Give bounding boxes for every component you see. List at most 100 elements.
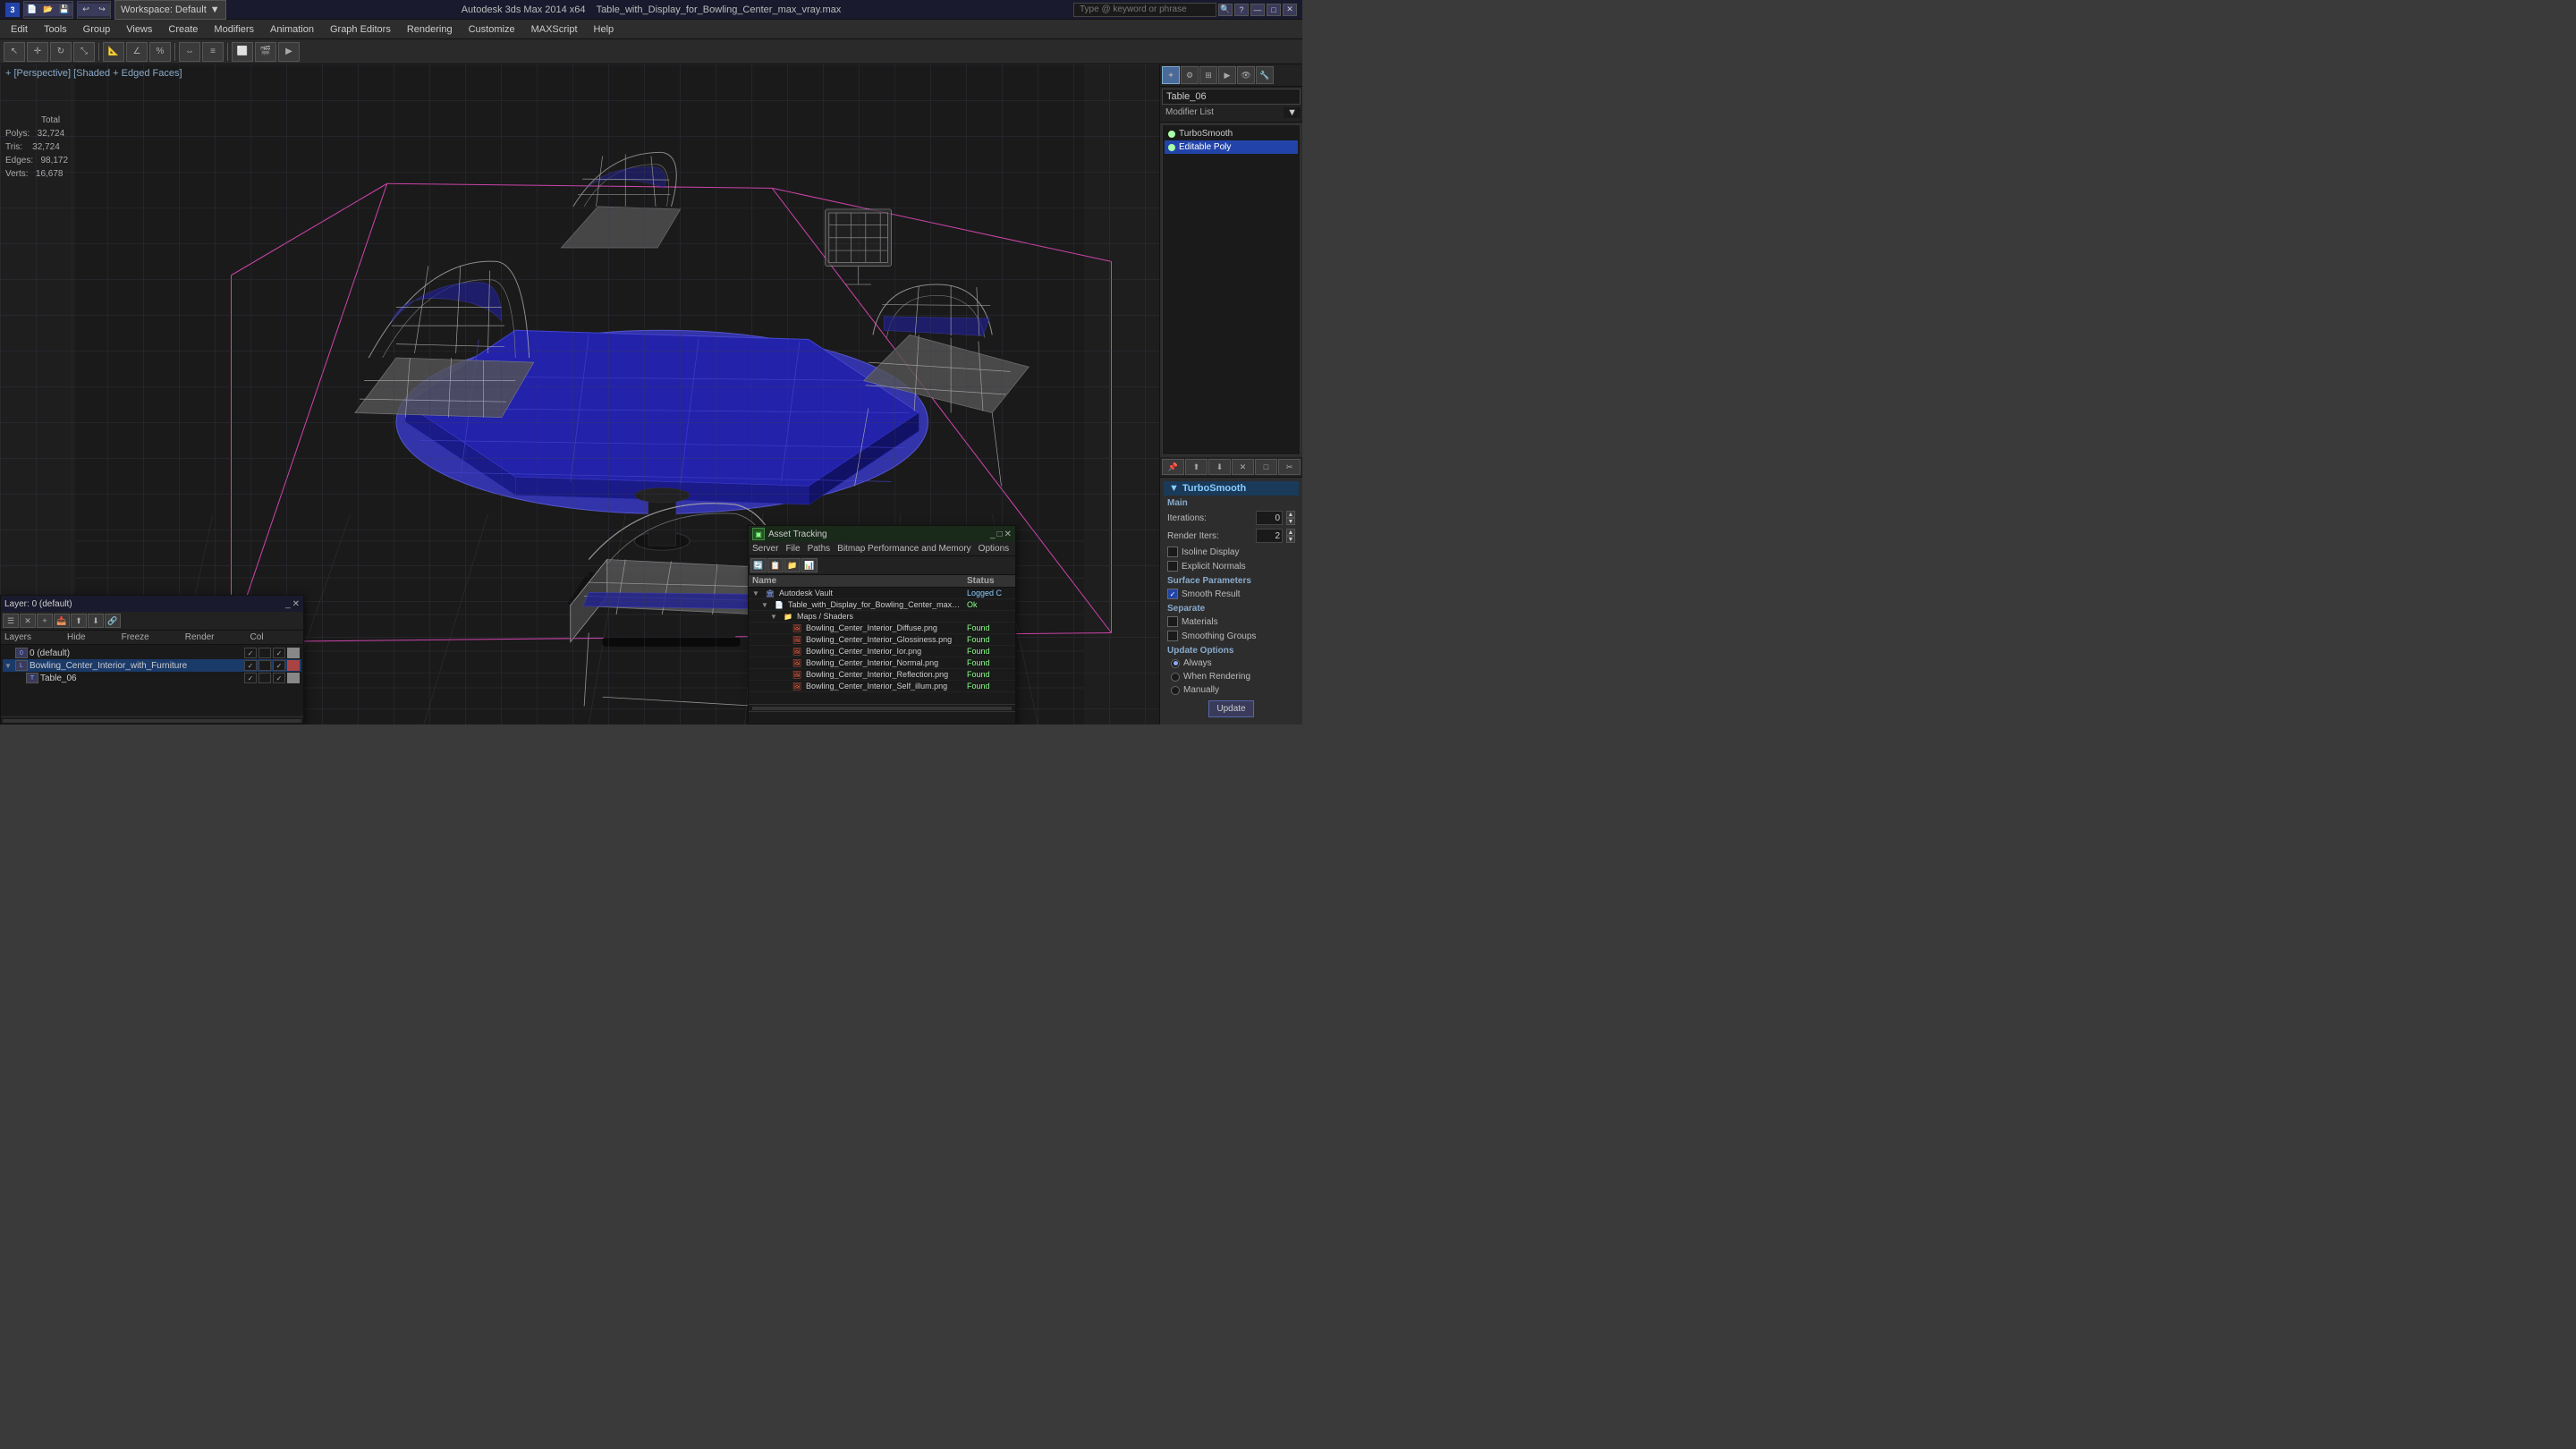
asset-menu-paths[interactable]: Paths bbox=[808, 543, 831, 555]
scale-tool[interactable]: ⤡ bbox=[73, 42, 95, 62]
asset-row-refl[interactable]: 🖼 Bowling_Center_Interior_Reflection.png… bbox=[749, 669, 1015, 681]
asset-row-normal[interactable]: 🖼 Bowling_Center_Interior_Normal.png Fou… bbox=[749, 657, 1015, 669]
menu-graph-editors[interactable]: Graph Editors bbox=[323, 22, 398, 37]
menu-modifiers[interactable]: Modifiers bbox=[207, 22, 261, 37]
turbosmooth-header[interactable]: ▼ TurboSmooth bbox=[1164, 481, 1299, 496]
stack-cut[interactable]: ✂ bbox=[1278, 459, 1301, 475]
layers-link[interactable]: 🔗 bbox=[105, 614, 121, 628]
redo-btn[interactable]: ↪ bbox=[94, 4, 110, 16]
layer-freeze-1[interactable] bbox=[258, 660, 271, 671]
stack-pin[interactable]: 📌 bbox=[1162, 459, 1184, 475]
layers-tool-1[interactable]: ✕ bbox=[20, 614, 36, 628]
rotate-tool[interactable]: ↻ bbox=[50, 42, 72, 62]
minimize-btn[interactable]: — bbox=[1250, 4, 1265, 16]
asset-menu-server[interactable]: Server bbox=[752, 543, 778, 555]
asset-minimize[interactable]: _ bbox=[990, 530, 996, 539]
stack-down[interactable]: ⬇ bbox=[1208, 459, 1231, 475]
stack-collapse[interactable]: □ bbox=[1255, 459, 1277, 475]
iterations-up[interactable]: ▲ bbox=[1286, 511, 1295, 518]
menu-views[interactable]: Views bbox=[119, 22, 159, 37]
menu-create[interactable]: Create bbox=[161, 22, 205, 37]
mirror-tool[interactable]: ⇔ bbox=[179, 42, 200, 62]
render-setup[interactable]: 🎬 bbox=[255, 42, 276, 62]
layer-row-table[interactable]: T Table_06 bbox=[3, 672, 301, 684]
panel-tab-hierarchy[interactable]: ⊞ bbox=[1199, 66, 1217, 84]
layers-import[interactable]: 📥 bbox=[54, 614, 70, 628]
panel-tab-modify[interactable]: ⚙ bbox=[1181, 66, 1199, 84]
menu-customize[interactable]: Customize bbox=[462, 22, 522, 37]
iterations-down[interactable]: ▼ bbox=[1286, 518, 1295, 525]
always-radio[interactable] bbox=[1171, 659, 1180, 668]
smoothing-checkbox[interactable] bbox=[1167, 631, 1178, 641]
layers-close[interactable]: ✕ bbox=[292, 599, 300, 609]
undo-btn[interactable]: ↩ bbox=[78, 4, 94, 16]
stack-remove[interactable]: ✕ bbox=[1232, 459, 1254, 475]
layer-row-bowling[interactable]: ▼ L Bowling_Center_Interior_with_Furnitu… bbox=[3, 659, 301, 672]
material-editor[interactable]: ⬜ bbox=[232, 42, 253, 62]
workspace-dropdown[interactable]: Workspace: Default ▼ bbox=[114, 0, 226, 20]
asset-menu-options[interactable]: Options bbox=[979, 543, 1009, 555]
layer-vis-0[interactable] bbox=[244, 648, 257, 658]
panel-tab-motion[interactable]: ▶ bbox=[1218, 66, 1236, 84]
menu-group[interactable]: Group bbox=[76, 22, 118, 37]
menu-rendering[interactable]: Rendering bbox=[400, 22, 460, 37]
menu-maxscript[interactable]: MAXScript bbox=[524, 22, 585, 37]
modifier-turbosmooth[interactable]: TurboSmooth bbox=[1165, 127, 1298, 140]
layer-render-0[interactable] bbox=[273, 648, 285, 658]
asset-row-ior[interactable]: 🖼 Bowling_Center_Interior_Ior.png Found bbox=[749, 646, 1015, 657]
move-tool[interactable]: ✛ bbox=[27, 42, 48, 62]
modifier-dropdown-arrow[interactable]: ▼ bbox=[1284, 107, 1301, 118]
asset-row-illum[interactable]: 🖼 Bowling_Center_Interior_Self_illum.png… bbox=[749, 681, 1015, 692]
smooth-checkbox[interactable] bbox=[1167, 589, 1178, 599]
materials-checkbox[interactable] bbox=[1167, 616, 1178, 627]
layer-freeze-2[interactable] bbox=[258, 673, 271, 683]
modifier-editablepoly[interactable]: Editable Poly bbox=[1165, 140, 1298, 154]
layer-row-default[interactable]: 0 0 (default) bbox=[3, 647, 301, 659]
layers-scrollbar[interactable] bbox=[1, 716, 303, 724]
asset-row-maps[interactable]: ▼ 📁 Maps / Shaders bbox=[749, 611, 1015, 623]
stack-up[interactable]: ⬆ bbox=[1185, 459, 1208, 475]
menu-edit[interactable]: Edit bbox=[4, 22, 35, 37]
asset-tool-folder[interactable]: 📁 bbox=[784, 558, 801, 572]
render-iters-down[interactable]: ▼ bbox=[1286, 536, 1295, 543]
angle-snap[interactable]: ∠ bbox=[126, 42, 148, 62]
search-input[interactable] bbox=[1073, 3, 1216, 17]
menu-animation[interactable]: Animation bbox=[263, 22, 321, 37]
layer-vis-1[interactable] bbox=[244, 660, 257, 671]
layer-render-2[interactable] bbox=[273, 673, 285, 683]
render-btn[interactable]: ▶ bbox=[278, 42, 300, 62]
manually-radio[interactable] bbox=[1171, 686, 1180, 695]
menu-tools[interactable]: Tools bbox=[37, 22, 74, 37]
maximize-btn[interactable]: □ bbox=[1267, 4, 1281, 16]
asset-maximize[interactable]: □ bbox=[997, 530, 1003, 539]
render-iters-up[interactable]: ▲ bbox=[1286, 529, 1295, 536]
search-btn[interactable]: 🔍 bbox=[1218, 4, 1233, 16]
layers-up[interactable]: ⬆ bbox=[71, 614, 87, 628]
layer-freeze-0[interactable] bbox=[258, 648, 271, 658]
render-iters-value[interactable]: 2 bbox=[1256, 529, 1283, 543]
panel-tab-display[interactable]: 👁 bbox=[1237, 66, 1255, 84]
asset-tool-refresh[interactable]: 🔄 bbox=[750, 558, 767, 572]
isoline-checkbox[interactable] bbox=[1167, 547, 1178, 557]
layer-vis-2[interactable] bbox=[244, 673, 257, 683]
viewport-wrapper[interactable]: + [Perspective] [Shaded + Edged Faces] T… bbox=[0, 64, 1159, 724]
asset-menu-bitmap[interactable]: Bitmap Performance and Memory bbox=[837, 543, 971, 555]
percent-snap[interactable]: % bbox=[149, 42, 171, 62]
layers-down[interactable]: ⬇ bbox=[88, 614, 104, 628]
iterations-spinner[interactable]: ▲ ▼ bbox=[1286, 511, 1295, 525]
asset-scrollbar[interactable] bbox=[749, 704, 1015, 711]
snap-toggle[interactable]: 📐 bbox=[103, 42, 124, 62]
asset-menu-file[interactable]: File bbox=[785, 543, 800, 555]
align-tool[interactable]: ≡ bbox=[202, 42, 224, 62]
asset-row-gloss[interactable]: 🖼 Bowling_Center_Interior_Glossiness.png… bbox=[749, 634, 1015, 646]
object-name-input[interactable] bbox=[1162, 89, 1301, 105]
panel-tab-create[interactable]: ✦ bbox=[1162, 66, 1180, 84]
asset-row-diffuse[interactable]: 🖼 Bowling_Center_Interior_Diffuse.png Fo… bbox=[749, 623, 1015, 634]
update-button[interactable]: Update bbox=[1208, 700, 1253, 717]
asset-tool-chart[interactable]: 📊 bbox=[801, 558, 818, 572]
close-btn[interactable]: ✕ bbox=[1283, 4, 1297, 16]
asset-close[interactable]: ✕ bbox=[1004, 530, 1012, 539]
asset-row-vault[interactable]: ▼ 🏛 Autodesk Vault Logged C bbox=[749, 588, 1015, 599]
select-tool[interactable]: ↖ bbox=[4, 42, 25, 62]
save-btn[interactable]: 💾 bbox=[56, 4, 72, 16]
